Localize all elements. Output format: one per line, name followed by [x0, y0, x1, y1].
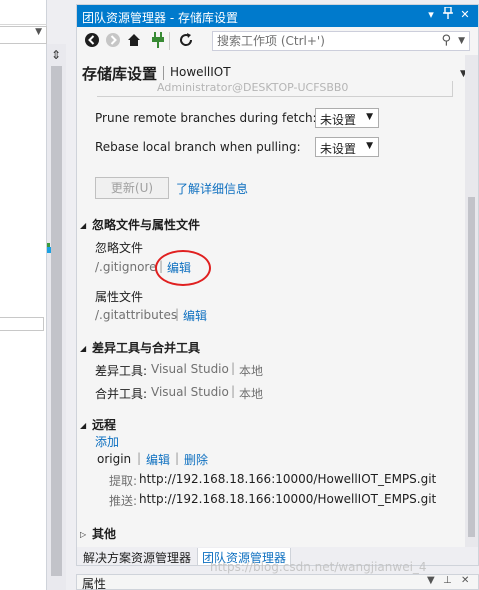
- merge-tool-label: 合并工具:: [95, 387, 148, 401]
- remote-delete-link[interactable]: 删除: [184, 451, 208, 468]
- editor-line-box: [0, 317, 44, 331]
- rebase-select[interactable]: 未设置 ▼: [315, 137, 379, 157]
- content-scrollbar[interactable]: [465, 55, 478, 547]
- update-button[interactable]: 更新(U): [95, 177, 169, 199]
- chevron-down-icon: ▼: [366, 112, 373, 122]
- team-explorer-window: 团队资源管理器 - 存储库设置 ▾ ✕ ⚲ ▼ Administrator@: [76, 4, 479, 566]
- divider: [163, 66, 164, 80]
- close-icon[interactable]: ✕: [461, 575, 469, 586]
- page-header: 存储库设置 HowellIOT: [82, 63, 231, 83]
- window-menu-dropdown-icon[interactable]: ▾: [423, 7, 439, 23]
- section-other[interactable]: ▷ 其他: [80, 525, 116, 542]
- remote-name: origin: [97, 452, 132, 466]
- diff-tool-label: 差异工具:: [95, 364, 148, 378]
- separator: |: [137, 451, 142, 465]
- user-email-field: Administrator@DESKTOP-UCFSBB0: [97, 81, 453, 97]
- splitter[interactable]: [66, 0, 76, 590]
- section-title: 其他: [92, 527, 117, 541]
- gitattributes-edit-link[interactable]: 编辑: [183, 307, 207, 324]
- magnifier-icon[interactable]: ⚲: [441, 33, 451, 48]
- ignore-file-label: 忽略文件: [95, 241, 144, 255]
- properties-panel-header: 属性 ▼ ⊥ ✕: [76, 574, 479, 590]
- prune-value: 未设置: [320, 113, 357, 127]
- collapse-triangle-icon: ◢: [80, 344, 87, 353]
- settings-content: Administrator@DESKTOP-UCFSBB0 存储库设置 Howe…: [77, 55, 465, 547]
- page-title: 存储库设置: [82, 65, 158, 83]
- plug-icon[interactable]: [149, 32, 167, 50]
- highlight-annotation: [155, 250, 211, 286]
- scrollbar-thumb[interactable]: [468, 197, 475, 537]
- pin-icon[interactable]: [440, 6, 456, 23]
- toolbar-separator: [169, 32, 170, 50]
- window-title-bar: 团队资源管理器 - 存储库设置 ▾ ✕: [77, 5, 478, 27]
- section-diff-merge-tools[interactable]: ◢ 差异工具与合并工具: [80, 339, 200, 356]
- section-title: 忽略文件与属性文件: [92, 218, 201, 232]
- gitattributes-path: /.gitattributes: [95, 308, 178, 322]
- member-dropdown[interactable]: ▼: [0, 26, 47, 44]
- fetch-label: 提取:: [109, 474, 138, 488]
- watermark: https://blog.csdn.net/wangjianwei_4: [210, 560, 427, 574]
- separator: |: [175, 451, 180, 465]
- rebase-label: Rebase local branch when pulling:: [95, 140, 301, 154]
- toolbar: ⚲ ▼: [77, 27, 478, 55]
- attributes-file-label: 属性文件: [95, 290, 144, 304]
- separator: |: [231, 361, 236, 375]
- section-remotes[interactable]: ◢ 远程: [80, 416, 116, 433]
- collapse-triangle-icon: ◢: [80, 421, 87, 430]
- tab-solution-explorer[interactable]: 解决方案资源管理器: [79, 548, 195, 565]
- push-url: http://192.168.18.166:10000/HowellIOT_EM…: [139, 492, 437, 506]
- back-arrow-icon[interactable]: [83, 32, 101, 50]
- gitignore-path: /.gitignore: [95, 260, 157, 274]
- section-title: 远程: [92, 418, 117, 432]
- repo-name: HowellIOT: [170, 65, 231, 79]
- left-editor-pane: ▼: [0, 0, 47, 590]
- home-icon[interactable]: [125, 32, 143, 50]
- scrollbar-thumb[interactable]: [51, 66, 62, 576]
- remote-edit-link[interactable]: 编辑: [146, 451, 170, 468]
- collapse-triangle-icon: ◢: [80, 221, 87, 230]
- properties-title: 属性: [82, 577, 107, 590]
- pin-icon[interactable]: ⊥: [443, 575, 452, 586]
- merge-tool-value: Visual Studio: [151, 385, 229, 399]
- section-ignore-files[interactable]: ◢ 忽略文件与属性文件: [80, 216, 200, 233]
- window-title: 团队资源管理器 - 存储库设置: [82, 11, 238, 25]
- push-label: 推送:: [109, 494, 138, 508]
- rebase-value: 未设置: [320, 142, 357, 156]
- chevron-down-icon[interactable]: ▼: [458, 33, 465, 49]
- expand-triangle-icon: ▷: [80, 530, 87, 539]
- forward-arrow-icon[interactable]: [104, 32, 122, 50]
- learn-more-link[interactable]: 了解详细信息: [176, 180, 248, 197]
- add-remote-link[interactable]: 添加: [95, 433, 119, 450]
- search-input[interactable]: [217, 33, 437, 49]
- split-icon[interactable]: ⇕: [49, 48, 63, 62]
- prune-select[interactable]: 未设置 ▼: [315, 108, 379, 128]
- editor-scrollbar[interactable]: ⇕: [47, 44, 66, 590]
- merge-tool-scope: 本地: [239, 387, 264, 401]
- refresh-icon[interactable]: [177, 32, 195, 50]
- diff-tool-value: Visual Studio: [151, 362, 229, 376]
- close-icon[interactable]: ✕: [457, 7, 473, 23]
- divider: [0, 24, 47, 25]
- diff-tool-scope: 本地: [239, 364, 264, 378]
- chevron-down-icon: ▼: [366, 141, 373, 151]
- separator: |: [231, 384, 236, 398]
- fetch-url: http://192.168.18.166:10000/HowellIOT_EM…: [139, 472, 437, 486]
- chevron-down-icon: ▼: [35, 27, 42, 37]
- chevron-down-icon[interactable]: ▼: [427, 575, 435, 586]
- section-title: 差异工具与合并工具: [92, 341, 201, 355]
- prune-label: Prune remote branches during fetch:: [95, 111, 317, 125]
- separator: |: [175, 307, 180, 321]
- search-box[interactable]: ⚲ ▼: [212, 31, 470, 51]
- caret-marker: [47, 247, 51, 253]
